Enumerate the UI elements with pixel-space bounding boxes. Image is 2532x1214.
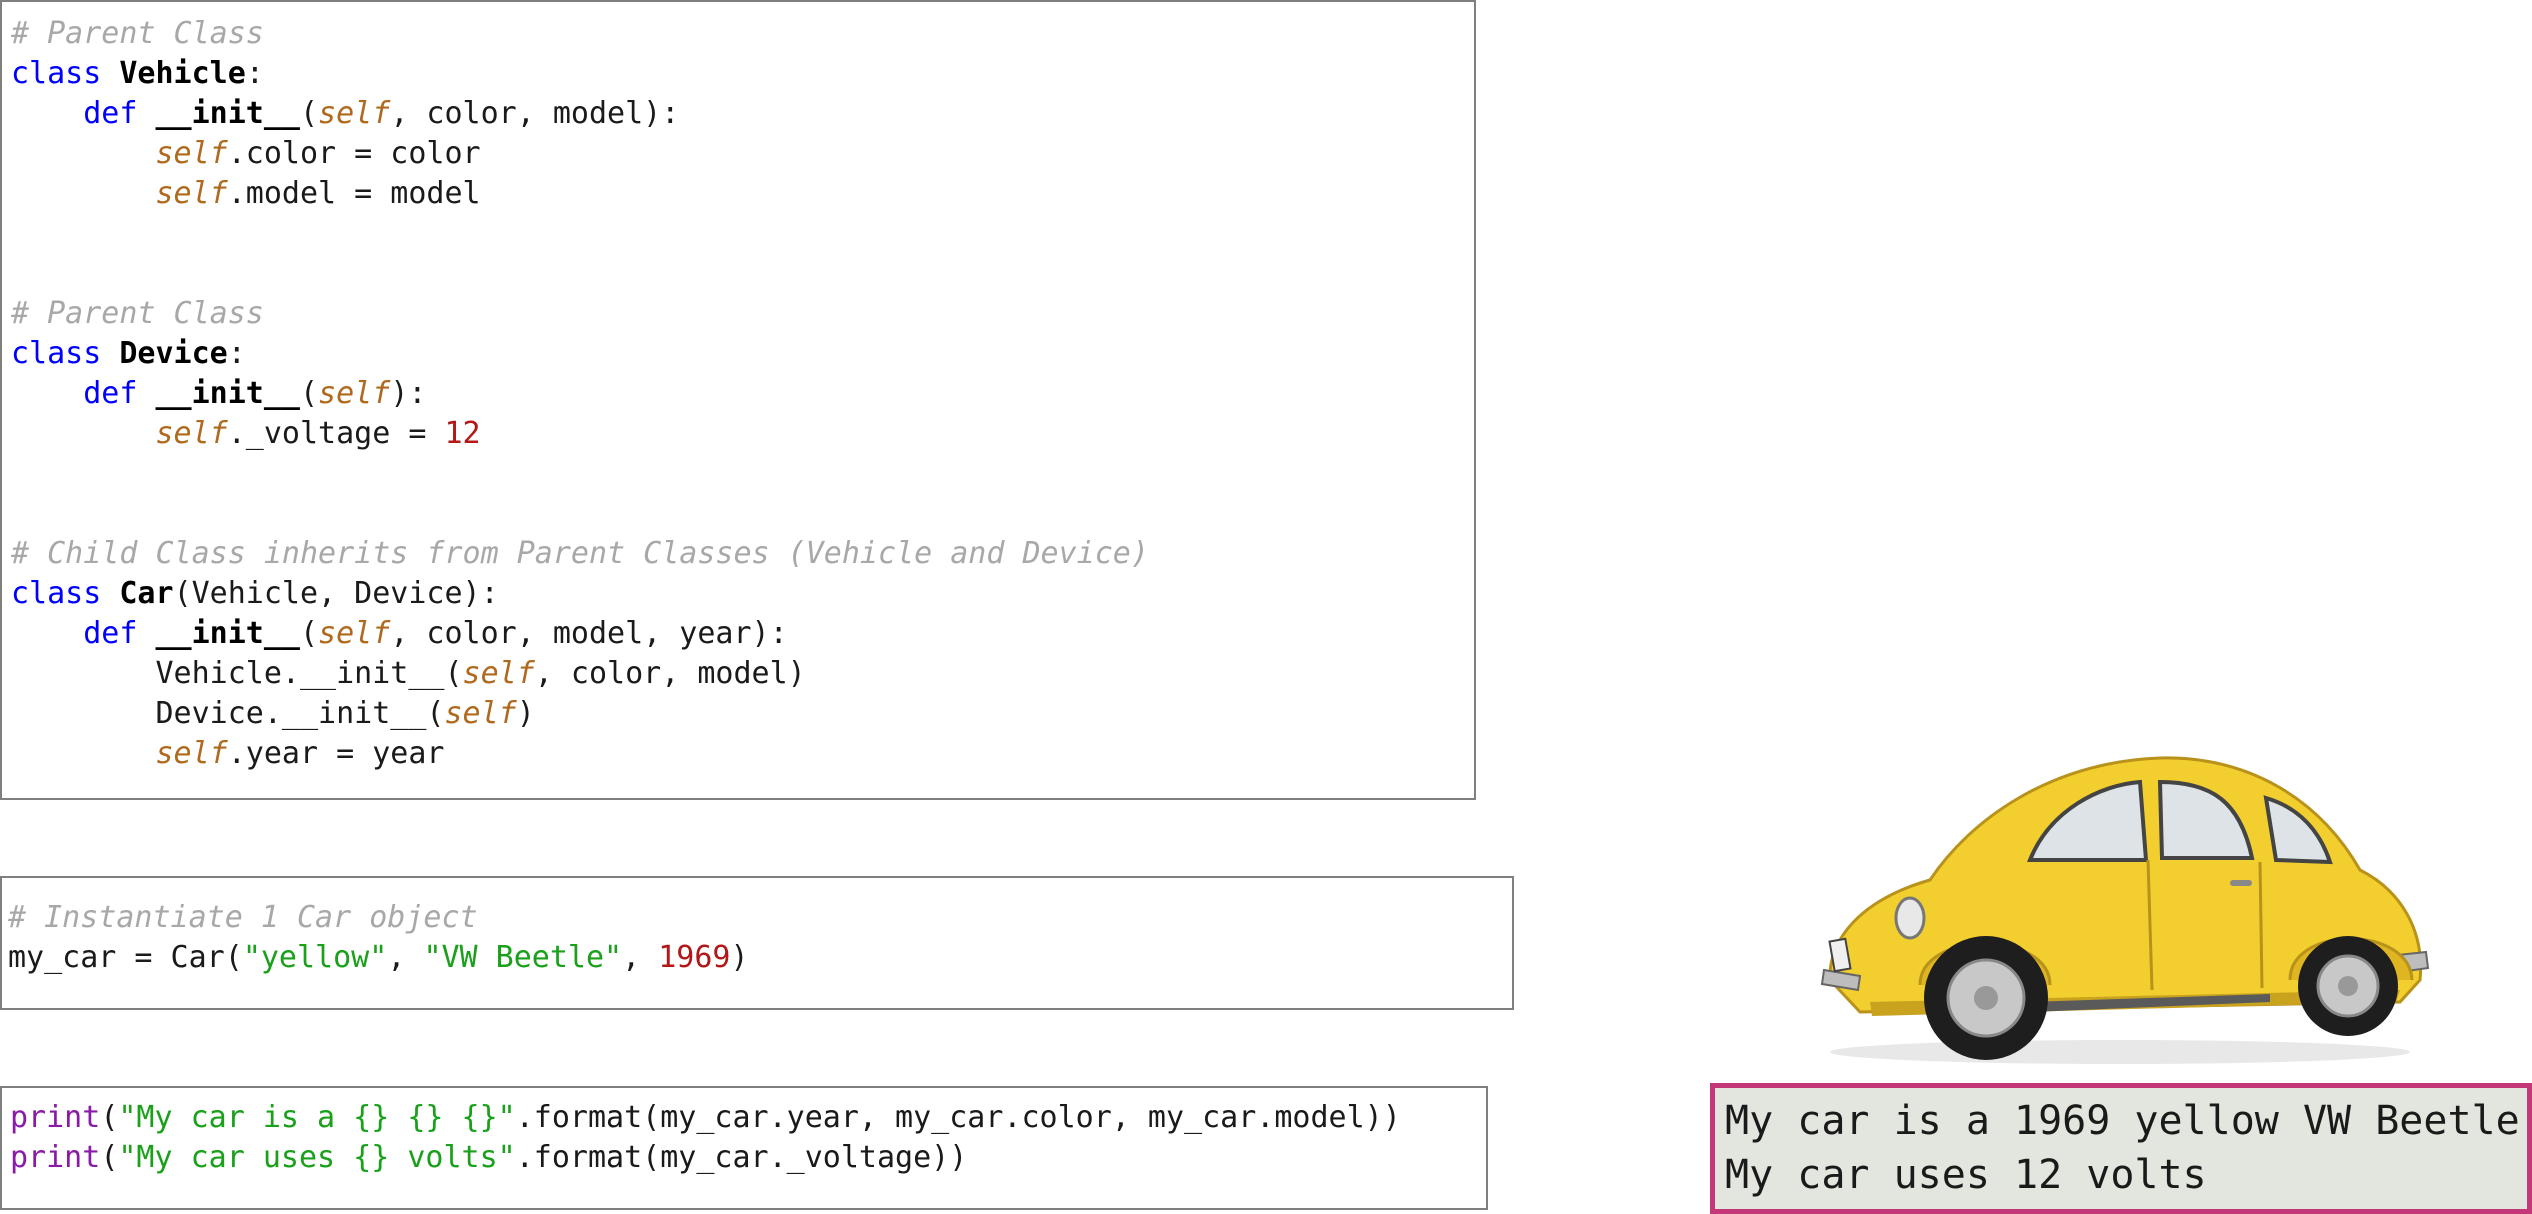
output-line-2: My car uses 12 volts [1725,1152,2207,1198]
output-line-1: My car is a 1969 yellow VW Beetle [1725,1098,2520,1144]
code-line: def __init__(self): [11,374,426,414]
code-token-classname: Car [119,576,174,611]
code-token-keyword: class [11,56,102,91]
code-line: self.model = model [11,174,481,214]
code-token-plain: : [227,336,246,371]
code-line: # Parent Class [11,294,264,334]
code-line: # Child Class inherits from Parent Class… [11,534,1149,574]
code-line: self._voltage = 12 [11,414,481,454]
code-line: Device.__init__(self) [11,694,535,734]
code-line: my_car = Car("yellow", "VW Beetle", 1969… [8,938,749,978]
code-token-plain: , color, model, year): [390,616,788,651]
code-token-self: self [155,736,228,771]
code-token-plain: , color, model) [534,656,806,691]
code-token-string: "yellow" [242,940,388,975]
code-line: # Instantiate 1 Car object [8,898,478,938]
code-token-self: self [318,616,391,651]
code-token-keyword: def [83,96,138,131]
code-line: class Device: [11,334,246,374]
code-token-keyword: def [83,376,138,411]
code-token-keyword: class [11,336,102,371]
code-line: print("My car is a {} {} {}".format(my_c… [10,1098,1401,1138]
code-token-plain: Device.__init__( [11,696,445,731]
code-token-plain: ._voltage = [227,416,445,451]
code-token-self: self [318,376,391,411]
code-token-plain: ) [516,696,535,731]
code-token-self: self [155,176,228,211]
code-token-plain: .year = year [227,736,445,771]
code-token-self: self [462,656,535,691]
code-line: print("My car uses {} volts".format(my_c… [10,1138,967,1178]
code-line: self.year = year [11,734,445,774]
code-token-self: self [444,696,517,731]
code-token-plain: Vehicle.__init__( [11,656,463,691]
code-cell-instantiate[interactable]: # Instantiate 1 Car object my_car = Car("… [0,876,1514,1010]
code-token-plain: ( [300,616,319,651]
code-token-plain: ) [730,940,749,975]
code-token-plain: , [387,940,424,975]
code-token-plain: (Vehicle, Device): [173,576,499,611]
code-token-plain: , [622,940,659,975]
code-token-plain: ( [100,1140,119,1175]
code-token-comment: # Instantiate 1 Car object [8,900,478,935]
code-token-classname: Vehicle [119,56,246,91]
code-token-plain: ): [390,376,427,411]
code-token-plain: ( [100,1100,119,1135]
code-token-plain: .format(my_car._voltage)) [515,1140,968,1175]
code-token-funcname: __init__ [155,96,301,131]
code-token-comment: # Parent Class [11,296,264,331]
code-line: def __init__(self, color, model): [11,94,679,134]
code-cell-print[interactable]: print("My car is a {} {} {}".format(my_c… [0,1086,1488,1210]
code-token-plain: .format(my_car.year, my_car.color, my_ca… [515,1100,1401,1135]
code-line: class Vehicle: [11,54,264,94]
code-token-keyword: def [83,616,138,651]
code-token-plain: .color = color [227,136,481,171]
output-panel: My car is a 1969 yellow VW Beetle My car… [1710,1083,2532,1214]
code-token-number: 1969 [658,940,731,975]
code-token-comment: # Parent Class [11,16,264,51]
code-token-string: "My car uses {} volts" [118,1140,516,1175]
code-token-plain: ( [300,376,319,411]
code-token-plain: my_car = Car( [8,940,243,975]
code-line: class Car(Vehicle, Device): [11,574,499,614]
code-token-builtin: print [10,1100,101,1135]
code-token-comment: # Child Class inherits from Parent Class… [11,536,1149,571]
code-line: self.color = color [11,134,481,174]
code-token-keyword: class [11,576,102,611]
code-cell-class-definitions[interactable]: # Parent Class class Vehicle: def __init_… [0,0,1476,800]
code-line: # Parent Class [11,14,264,54]
code-token-builtin: print [10,1140,101,1175]
code-token-number: 12 [444,416,481,451]
code-token-plain: .model = model [227,176,481,211]
code-token-self: self [155,416,228,451]
code-line: Vehicle.__init__(self, color, model) [11,654,806,694]
code-token-plain: , color, model): [390,96,680,131]
code-token-plain: : [245,56,264,91]
code-token-self: self [155,136,228,171]
code-token-string: "VW Beetle" [423,940,623,975]
code-token-plain: ( [300,96,319,131]
code-token-funcname: __init__ [155,376,301,411]
yellow-vw-beetle-car-image [1820,756,2430,1064]
code-token-classname: Device [119,336,228,371]
code-token-funcname: __init__ [155,616,301,651]
code-line: def __init__(self, color, model, year): [11,614,788,654]
code-token-self: self [318,96,391,131]
code-token-string: "My car is a {} {} {}" [118,1100,516,1135]
